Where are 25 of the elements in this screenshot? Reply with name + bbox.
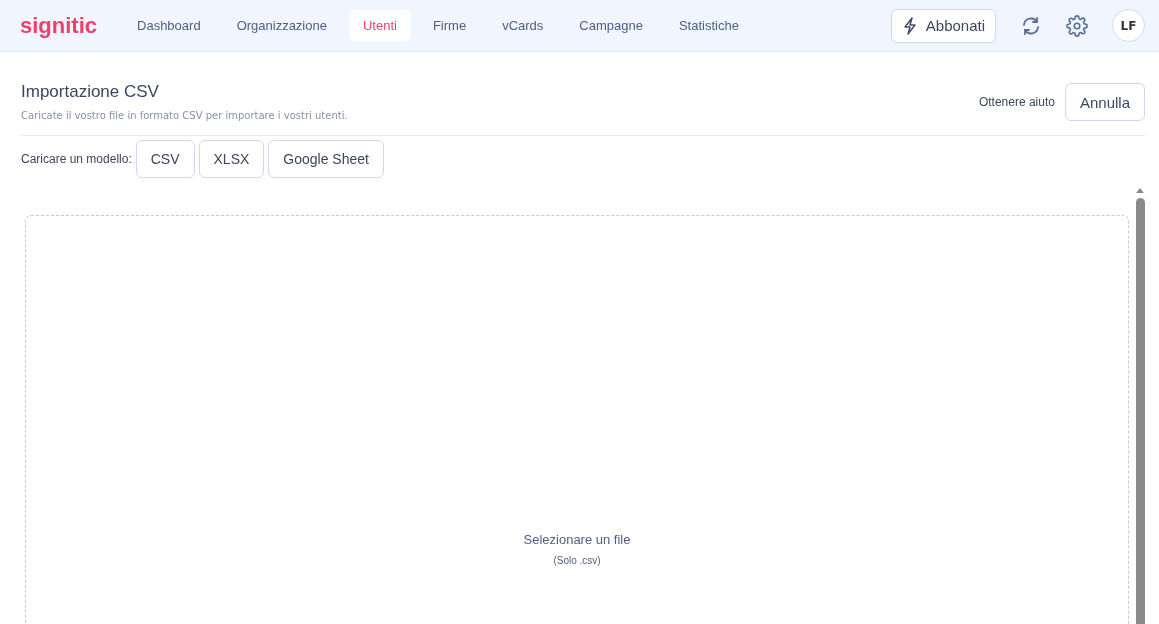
template-label: Caricare un modello: — [21, 152, 132, 166]
page-title: Importazione CSV — [21, 82, 160, 102]
nav-tab[interactable]: Campagne — [565, 10, 657, 41]
avatar[interactable]: LF — [1112, 9, 1145, 42]
refresh-icon[interactable] — [1020, 14, 1042, 37]
nav-tab[interactable]: Dashboard — [123, 10, 215, 41]
scroll-up-icon[interactable] — [1135, 186, 1145, 194]
settings-icon[interactable] — [1066, 14, 1088, 37]
subscribe-button[interactable]: Abbonati — [890, 8, 996, 43]
cancel-button[interactable]: Annulla — [1064, 83, 1145, 121]
nav-tab[interactable]: Utenti — [348, 10, 411, 41]
page-subtitle: Caricate il vostro file in formato CSV per importare i vostri utenti. — [21, 110, 348, 121]
nav-tab[interactable]: Organizzazione — [222, 10, 341, 41]
dropzone-hint: (Solo .csv) — [553, 555, 601, 566]
file-dropzone[interactable]: Selezionare un file (Solo .csv) — [25, 215, 1129, 624]
help-link[interactable]: Ottenere aiuto — [978, 95, 1055, 109]
nav-tab[interactable]: vCards — [488, 10, 558, 41]
template-button[interactable]: CSV — [135, 140, 195, 178]
dropzone-title: Selezionare un file — [523, 532, 631, 547]
nav-tab[interactable]: Statistiche — [664, 10, 753, 41]
nav-tab[interactable]: Firme — [418, 10, 481, 41]
lightning-icon — [901, 16, 918, 35]
template-button[interactable]: XLSX — [198, 140, 265, 178]
template-button[interactable]: Google Sheet — [268, 140, 384, 178]
scrollbar-thumb[interactable] — [1135, 198, 1145, 624]
